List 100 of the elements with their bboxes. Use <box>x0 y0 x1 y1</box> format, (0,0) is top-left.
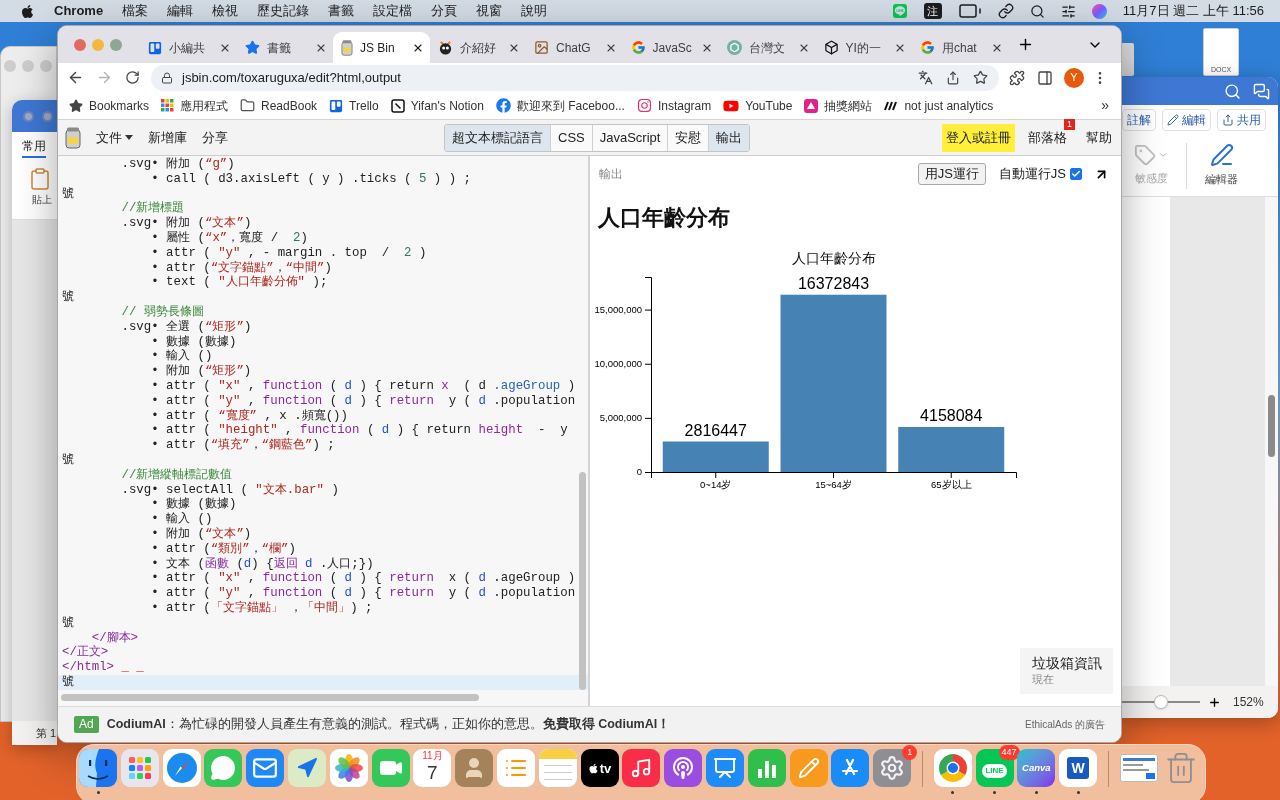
bookmark[interactable]: Yifan's Notion <box>390 96 484 115</box>
face-app-icon[interactable] <box>79 749 117 787</box>
ribbon-button[interactable]: 共用 <box>1217 109 1266 131</box>
browser-tab[interactable]: 介紹好 <box>429 32 526 63</box>
panel-tab[interactable]: 安慰 <box>668 124 710 151</box>
bookmark[interactable]: 歡迎來到 Faceboo... <box>495 96 625 115</box>
apple-menu-icon[interactable] <box>20 3 35 19</box>
clock[interactable]: 11月7日 週二 上午 11:56 <box>1122 1 1264 21</box>
browser-tab[interactable]: 台灣文 <box>719 32 816 63</box>
bookmark[interactable]: not just analytics <box>884 96 994 115</box>
menu-item[interactable]: 設定檔 <box>373 1 413 21</box>
panel-tab[interactable]: JavaScript <box>592 124 669 151</box>
browser-tab[interactable]: ChatG <box>526 32 623 63</box>
login-button[interactable]: 登入或註冊 <box>942 123 1015 152</box>
ribbon-tool[interactable]: 編輯器 <box>1205 143 1238 188</box>
menu-item[interactable]: 歷史記錄 <box>257 1 310 21</box>
menu-button[interactable]: 文件 <box>96 127 133 148</box>
presentation-app-icon[interactable] <box>705 749 744 787</box>
clipboard-icon[interactable] <box>28 167 52 191</box>
browser-tab[interactable]: 小編共 <box>140 32 237 63</box>
canva-app-icon[interactable]: Canva <box>1017 749 1056 787</box>
jar-logo-icon[interactable] <box>65 126 81 149</box>
reload-icon[interactable] <box>125 70 140 85</box>
profile-avatar[interactable]: Y <box>1064 67 1084 88</box>
navigation-arrow-app-icon[interactable] <box>288 749 326 787</box>
browser-tab[interactable]: JS Bin <box>333 32 430 63</box>
menu-item[interactable]: 編輯 <box>167 1 194 21</box>
browser-tab[interactable]: 用chat <box>912 32 1009 63</box>
flower-app-icon[interactable] <box>329 749 368 787</box>
code-editor[interactable] <box>58 156 590 706</box>
chat-bubble-app-icon[interactable] <box>204 749 243 787</box>
slider-thumb[interactable] <box>1154 695 1168 709</box>
puzzle-icon[interactable] <box>1009 69 1025 86</box>
menu-button[interactable]: 分享 <box>202 127 228 148</box>
vertical-scrollbar[interactable] <box>1268 395 1275 457</box>
envelope-app-icon[interactable] <box>246 749 285 787</box>
input-method-indicator[interactable]: 注 <box>923 3 942 19</box>
bookmark[interactable]: 抽獎網站 <box>804 96 873 115</box>
list-app-icon[interactable] <box>496 749 535 787</box>
menu-button[interactable]: 新增庫 <box>148 127 187 148</box>
bookmark[interactable]: Instagram <box>636 96 712 115</box>
vertical-scrollbar[interactable] <box>579 472 586 690</box>
menu-item[interactable]: 檔案 <box>122 1 149 21</box>
ribbon-button[interactable]: 註解 <box>1122 109 1156 131</box>
bin-info-card[interactable]: 垃圾箱資訊 現在 <box>1020 648 1113 694</box>
y-tick-label: 10,000,000 <box>594 357 642 369</box>
search-icon[interactable] <box>1029 3 1045 19</box>
menu-item[interactable]: 說明 <box>521 1 548 21</box>
menu-item[interactable]: 分頁 <box>431 1 458 21</box>
ad-text[interactable]: CodiumAI：為忙碌的開發人員產生有意義的測試。程式碼，正如你的意思。免費取得 CodiumAI！ <box>106 715 671 734</box>
chrome-app-icon[interactable] <box>933 749 972 787</box>
bar-chart-app-icon[interactable] <box>747 749 786 787</box>
panel-tab[interactable]: 超文本標記語言 <box>445 124 551 151</box>
browser-tab[interactable]: JavaSc <box>622 32 719 63</box>
video-camera-app-icon[interactable] <box>371 749 410 787</box>
help-link[interactable]: 幫助 <box>1086 127 1112 148</box>
bookmark[interactable]: Trello <box>329 96 379 115</box>
bookmark[interactable]: YouTube <box>723 96 793 115</box>
translate-icon[interactable] <box>918 70 933 85</box>
bookmark[interactable]: Bookmarks <box>69 96 150 115</box>
chat-bubbles-icon[interactable] <box>1253 82 1270 100</box>
browser-tab[interactable]: 書籤 <box>236 32 333 63</box>
menu-item[interactable]: 檢視 <box>212 1 239 21</box>
browser-tab[interactable]: YI的一 <box>815 32 912 63</box>
bookmark[interactable]: 應用程式 <box>161 96 229 115</box>
app-grid-tile-icon[interactable] <box>120 749 159 787</box>
orb-icon[interactable] <box>1091 3 1107 19</box>
panel-tab[interactable]: 輸出 <box>709 124 750 151</box>
tv-app-icon[interactable]: tv <box>580 749 619 787</box>
app-menu[interactable]: Chrome <box>54 1 104 21</box>
link-icon[interactable] <box>997 3 1014 19</box>
bookmark[interactable]: ReadBook <box>240 96 318 115</box>
auto-run-checkbox[interactable] <box>1070 168 1082 180</box>
word-app-icon[interactable]: W <box>1059 749 1098 787</box>
plus-icon[interactable] <box>1208 695 1221 709</box>
output-label: 輸出 <box>599 166 623 183</box>
y-tick-label: 15,000,000 <box>594 303 642 315</box>
side-panel-icon[interactable] <box>1037 69 1053 86</box>
star-outline-icon[interactable] <box>973 70 988 85</box>
control-center-icon[interactable] <box>1060 3 1076 19</box>
blog-link[interactable]: 部落格 <box>1028 129 1067 145</box>
calendar-app-icon[interactable]: 11月 7 <box>413 749 452 787</box>
run-with-js-button[interactable]: 用JS運行 <box>917 163 986 185</box>
ribbon-button[interactable]: 編輯 <box>1162 109 1211 131</box>
code-line: • 附加 (“矩形”) <box>151 364 252 379</box>
person-app-icon[interactable] <box>455 749 494 787</box>
music-note-app-icon[interactable] <box>622 749 661 787</box>
panel-tab[interactable]: CSS <box>551 124 593 151</box>
close-window-button[interactable] <box>74 38 86 51</box>
menu-item[interactable]: 視窗 <box>476 1 503 21</box>
address-bar[interactable]: jsbin.com/toxaruguxa/edit?html,output <box>151 64 999 91</box>
ad-credit[interactable]: EthicalAds 的廣告 <box>1024 717 1105 732</box>
compass-app-icon[interactable] <box>162 749 201 787</box>
share-icon[interactable] <box>946 70 960 85</box>
more-bookmarks-button[interactable]: » <box>1101 95 1109 116</box>
podcast-app-icon[interactable] <box>664 749 703 787</box>
app-store-icon[interactable] <box>831 749 870 787</box>
menu-item[interactable]: 書籤 <box>328 1 355 21</box>
paste-label[interactable]: 貼上 <box>32 194 52 206</box>
horizontal-scrollbar[interactable] <box>61 694 479 701</box>
